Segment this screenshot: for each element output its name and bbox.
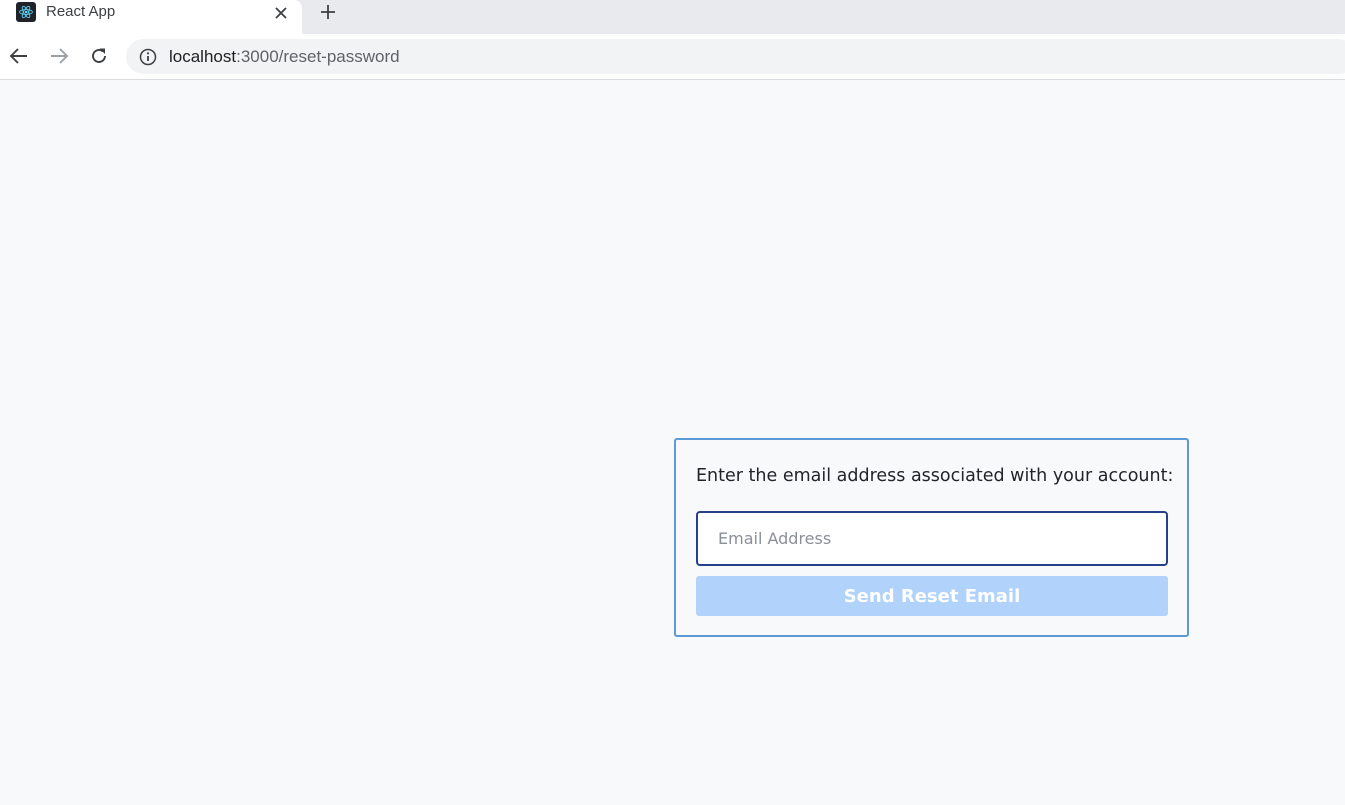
address-bar[interactable]: localhost:3000/reset-password (126, 39, 1345, 74)
arrow-right-icon[interactable] (48, 45, 70, 67)
page-viewport: Enter the email address associated with … (0, 81, 1345, 805)
info-icon[interactable] (138, 47, 157, 66)
email-field[interactable] (696, 511, 1168, 566)
browser-tab[interactable]: React App (0, 0, 302, 34)
reset-prompt: Enter the email address associated with … (696, 466, 1174, 486)
react-logo-icon (16, 2, 36, 22)
url-host: localhost (169, 47, 237, 66)
url-text: localhost:3000/reset-password (169, 47, 400, 67)
tab-title: React App (46, 3, 116, 20)
browser-toolbar: localhost:3000/reset-password (0, 34, 1345, 80)
reset-password-card: Enter the email address associated with … (674, 438, 1189, 637)
browser-tab-strip: React App (0, 0, 1345, 34)
send-reset-email-button[interactable]: Send Reset Email (696, 576, 1168, 616)
reload-icon[interactable] (88, 45, 110, 67)
close-icon[interactable] (272, 4, 290, 22)
url-path: :3000/reset-password (236, 47, 400, 66)
plus-icon[interactable] (318, 2, 338, 22)
arrow-left-icon[interactable] (8, 45, 30, 67)
